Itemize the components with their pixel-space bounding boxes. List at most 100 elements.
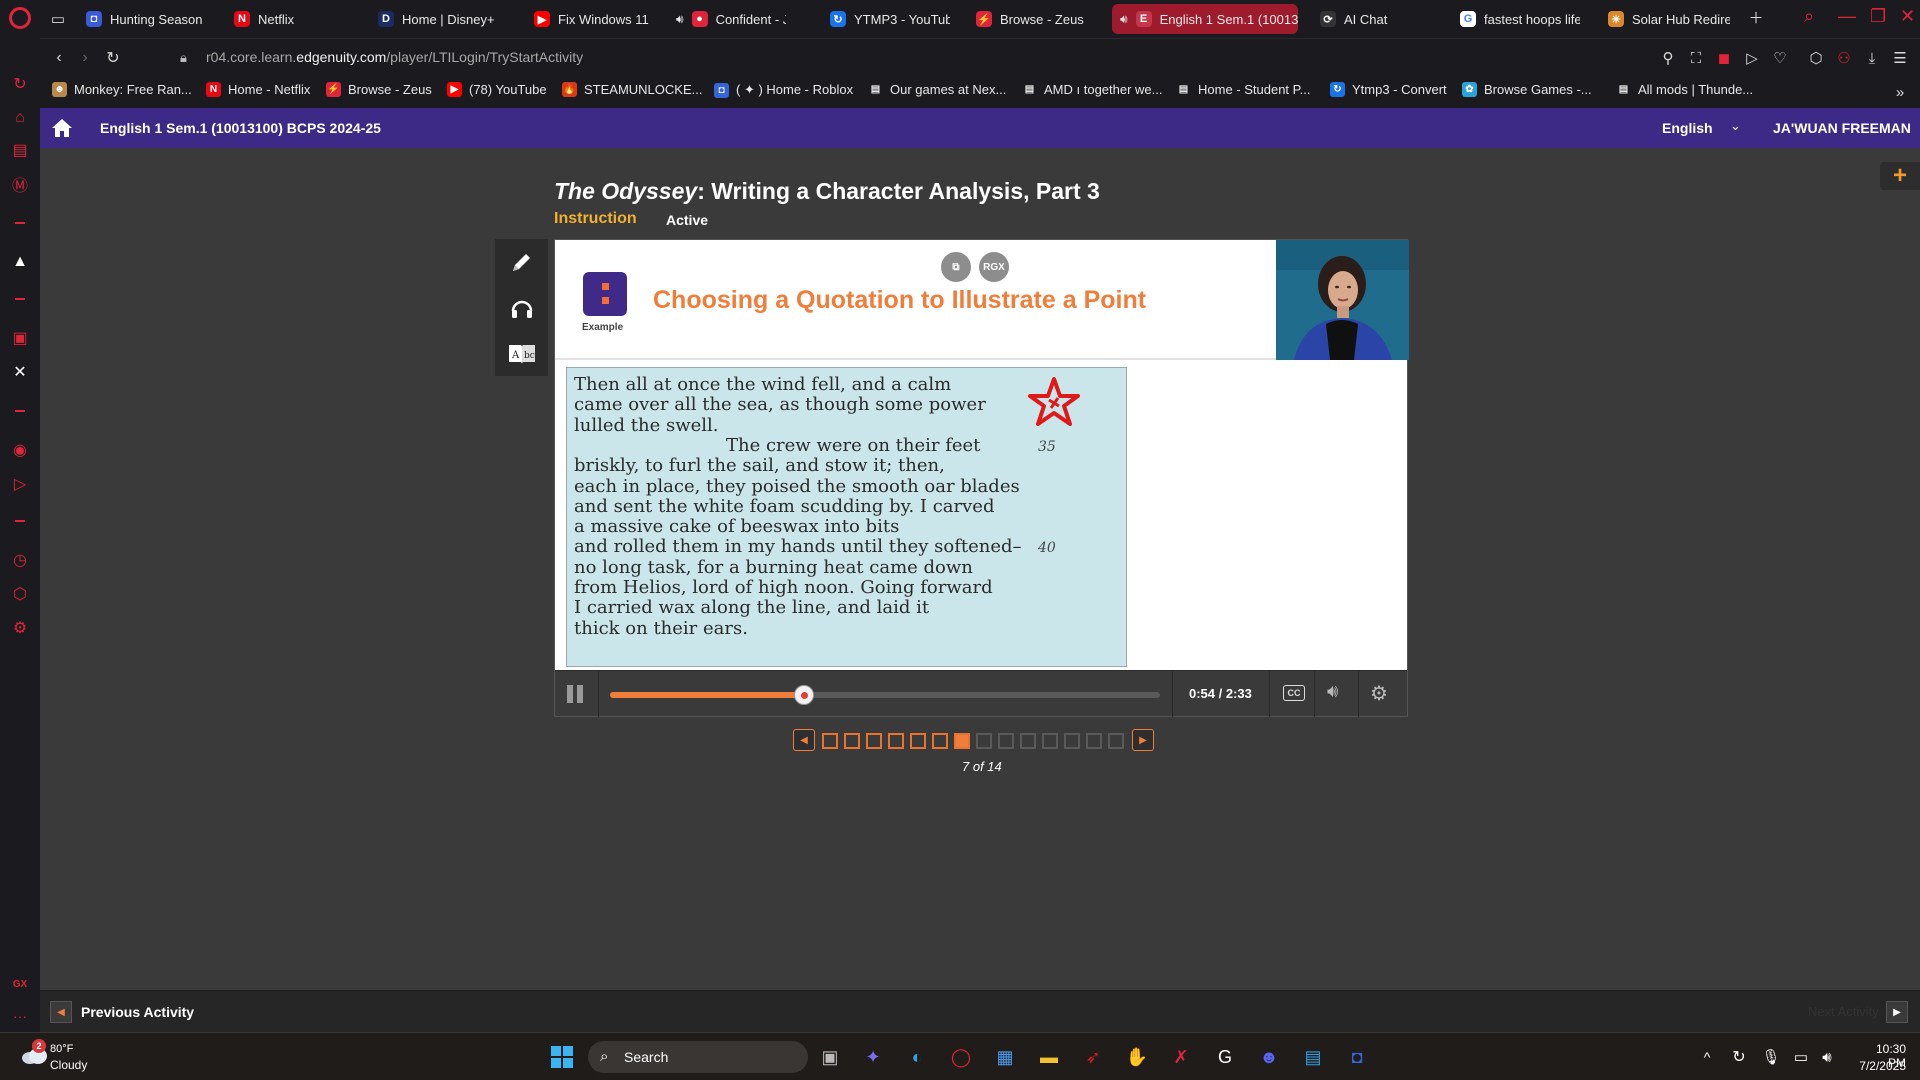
- pager-slide[interactable]: [1020, 733, 1036, 749]
- seek-bar[interactable]: [610, 685, 1160, 705]
- tab-10[interactable]: ☀ Solar Hub Redirec: [1600, 4, 1730, 34]
- clock-date[interactable]: 7/2/2025: [1848, 1059, 1906, 1073]
- next-arrow-icon[interactable]: ▶: [1886, 1001, 1908, 1023]
- pocket-icon[interactable]: ◼: [1714, 48, 1734, 68]
- seek-handle[interactable]: [794, 685, 815, 705]
- tab-menu-icon[interactable]: ▭: [48, 9, 68, 29]
- windows-start-icon[interactable]: [551, 1046, 573, 1068]
- taskbar-search[interactable]: ⌕ Search: [588, 1041, 808, 1073]
- previous-activity-button[interactable]: Previous Activity: [81, 1004, 194, 1020]
- pin-icon[interactable]: ⚲: [1658, 48, 1678, 68]
- app-figure-icon[interactable]: ✋: [1122, 1042, 1152, 1072]
- pager-slide[interactable]: [1108, 733, 1124, 749]
- edge-icon[interactable]: ◐: [902, 1042, 932, 1072]
- previous-arrow-icon[interactable]: ◀: [50, 1001, 72, 1023]
- tab-6[interactable]: ⚡ Browse - Zeus: [968, 4, 1088, 34]
- pager-slide[interactable]: [976, 733, 992, 749]
- microphone-icon[interactable]: 🎙︎: [1756, 1042, 1786, 1072]
- send-icon[interactable]: ▷: [0, 470, 40, 498]
- minimize-icon[interactable]: —: [1838, 6, 1856, 27]
- snapshot-icon[interactable]: ⛶: [1686, 48, 1706, 68]
- restore-icon[interactable]: ❐: [1870, 6, 1886, 27]
- speaker-icon[interactable]: 🔊︎: [1812, 1042, 1842, 1072]
- bookmark-5[interactable]: ◘ ( ✦ ) Home - Roblox: [714, 82, 853, 98]
- pager-slide[interactable]: [998, 733, 1014, 749]
- twitch-icon[interactable]: ▣: [0, 324, 40, 352]
- mail-icon[interactable]: Ⓜ: [0, 170, 40, 198]
- bookmark-10[interactable]: ✿ Browse Games -...: [1462, 82, 1592, 97]
- history-icon[interactable]: ◷: [0, 546, 40, 574]
- bookmark-1[interactable]: N Home - Netflix: [206, 82, 310, 97]
- pause-button[interactable]: [565, 683, 587, 705]
- pager-slide[interactable]: [932, 733, 948, 749]
- opera-logo-icon[interactable]: [0, 4, 40, 32]
- roblox-icon[interactable]: ◘: [1342, 1042, 1372, 1072]
- user-name[interactable]: JA'WUAN FREEMAN: [1773, 120, 1911, 136]
- tab-7[interactable]: 🔊︎ E English 1 Sem.1 (10013: [1112, 4, 1298, 34]
- url-field[interactable]: r04.core.learn.edgenuity.com/player/LTIL…: [206, 49, 583, 65]
- gx-corner-icon[interactable]: ▤: [0, 136, 40, 164]
- tab-5[interactable]: ↻ YTMP3 - YouTube: [822, 4, 950, 34]
- notepad-icon[interactable]: ▤: [1298, 1042, 1328, 1072]
- weather-condition[interactable]: Cloudy: [50, 1058, 87, 1072]
- file-explorer-icon[interactable]: ▬: [1034, 1042, 1064, 1072]
- bookmark-4[interactable]: 🔥 STEAMUNLOCKE...: [562, 82, 702, 97]
- forward-button[interactable]: ›: [74, 47, 96, 69]
- download-icon[interactable]: ⤓: [1862, 48, 1882, 68]
- pager-slide[interactable]: [1086, 733, 1102, 749]
- tab-4[interactable]: 🔊︎ ● Confident - Ju: [668, 4, 786, 34]
- pager-slide[interactable]: [1064, 733, 1080, 749]
- app-g-icon[interactable]: G: [1210, 1042, 1240, 1072]
- close-icon[interactable]: ✕: [1900, 6, 1915, 27]
- tab-1[interactable]: N Netflix: [226, 4, 316, 34]
- bookmark-11[interactable]: ▤ All mods | Thunde...: [1616, 82, 1753, 97]
- audio-playing-icon[interactable]: 🔊︎: [1120, 12, 1128, 27]
- dictionary-icon[interactable]: Abc: [495, 331, 548, 376]
- more-bookmarks-icon[interactable]: »: [1890, 82, 1910, 102]
- headphones-icon[interactable]: [495, 285, 548, 330]
- discord-icon[interactable]: ☻: [1254, 1042, 1284, 1072]
- copilot-icon[interactable]: ✦: [858, 1042, 888, 1072]
- app-red-icon[interactable]: ➶: [1078, 1042, 1108, 1072]
- plus-icon[interactable]: +: [1880, 162, 1920, 190]
- language-select[interactable]: English: [1662, 120, 1713, 136]
- bookmark-0[interactable]: ☻ Monkey: Free Ran...: [52, 82, 192, 97]
- app-x-icon[interactable]: ✗: [1166, 1042, 1196, 1072]
- popout-icon[interactable]: ⧉: [941, 252, 971, 282]
- closed-captions-button[interactable]: CC: [1283, 685, 1305, 701]
- tab-8[interactable]: ⟳ AI Chat: [1312, 4, 1408, 34]
- pager-slide[interactable]: [822, 733, 838, 749]
- pager-prev-icon[interactable]: ◀: [793, 729, 815, 751]
- opera-gx-icon[interactable]: ◯: [946, 1042, 976, 1072]
- tab-9[interactable]: Gfastest hoops life: [1452, 4, 1580, 34]
- tab-2[interactable]: D Home | Disney+: [370, 4, 494, 34]
- bookmark-9[interactable]: ↻ Ytmp3 - Convert: [1330, 82, 1447, 97]
- play-icon[interactable]: ▷: [1742, 48, 1762, 68]
- pager-slide[interactable]: [866, 733, 882, 749]
- tab-3[interactable]: ▶ Fix Windows 11 24: [526, 4, 650, 34]
- settings-icon[interactable]: ⚙: [0, 614, 40, 642]
- task-view-icon[interactable]: ▣: [815, 1042, 845, 1072]
- rgx-button[interactable]: RGX: [979, 252, 1009, 282]
- new-tab-button[interactable]: ＋: [1746, 7, 1766, 27]
- back-button[interactable]: ‹: [48, 47, 70, 69]
- pager-slide[interactable]: [910, 733, 926, 749]
- aria-icon[interactable]: ▲: [0, 248, 40, 276]
- volume-icon[interactable]: 🔊︎: [1327, 681, 1338, 702]
- reload-button[interactable]: ↻: [102, 47, 124, 69]
- home-icon[interactable]: [50, 117, 74, 139]
- extensions-puzzle-icon[interactable]: ⬡: [1806, 48, 1826, 68]
- audio-playing-icon[interactable]: 🔊︎: [676, 12, 684, 27]
- bookmark-8[interactable]: ▤ Home - Student P...: [1176, 82, 1311, 97]
- bookmark-3[interactable]: ▶ (78) YouTube: [447, 82, 547, 97]
- tab-0[interactable]: ◘ Hunting Season [E: [78, 4, 206, 34]
- music-player-icon[interactable]: ◉: [0, 436, 40, 464]
- extensions-icon[interactable]: ⬡: [0, 580, 40, 608]
- tray-chevron-icon[interactable]: ^: [1692, 1042, 1722, 1072]
- gear-icon[interactable]: ⚙: [1370, 681, 1388, 706]
- bookmark-2[interactable]: ⚡ Browse - Zeus: [326, 82, 432, 97]
- x-twitter-icon[interactable]: ✕: [0, 358, 40, 386]
- pager-slide[interactable]: [1042, 733, 1058, 749]
- easy-setup-icon[interactable]: ☰: [1890, 48, 1910, 68]
- more-icon[interactable]: ···: [0, 1002, 40, 1030]
